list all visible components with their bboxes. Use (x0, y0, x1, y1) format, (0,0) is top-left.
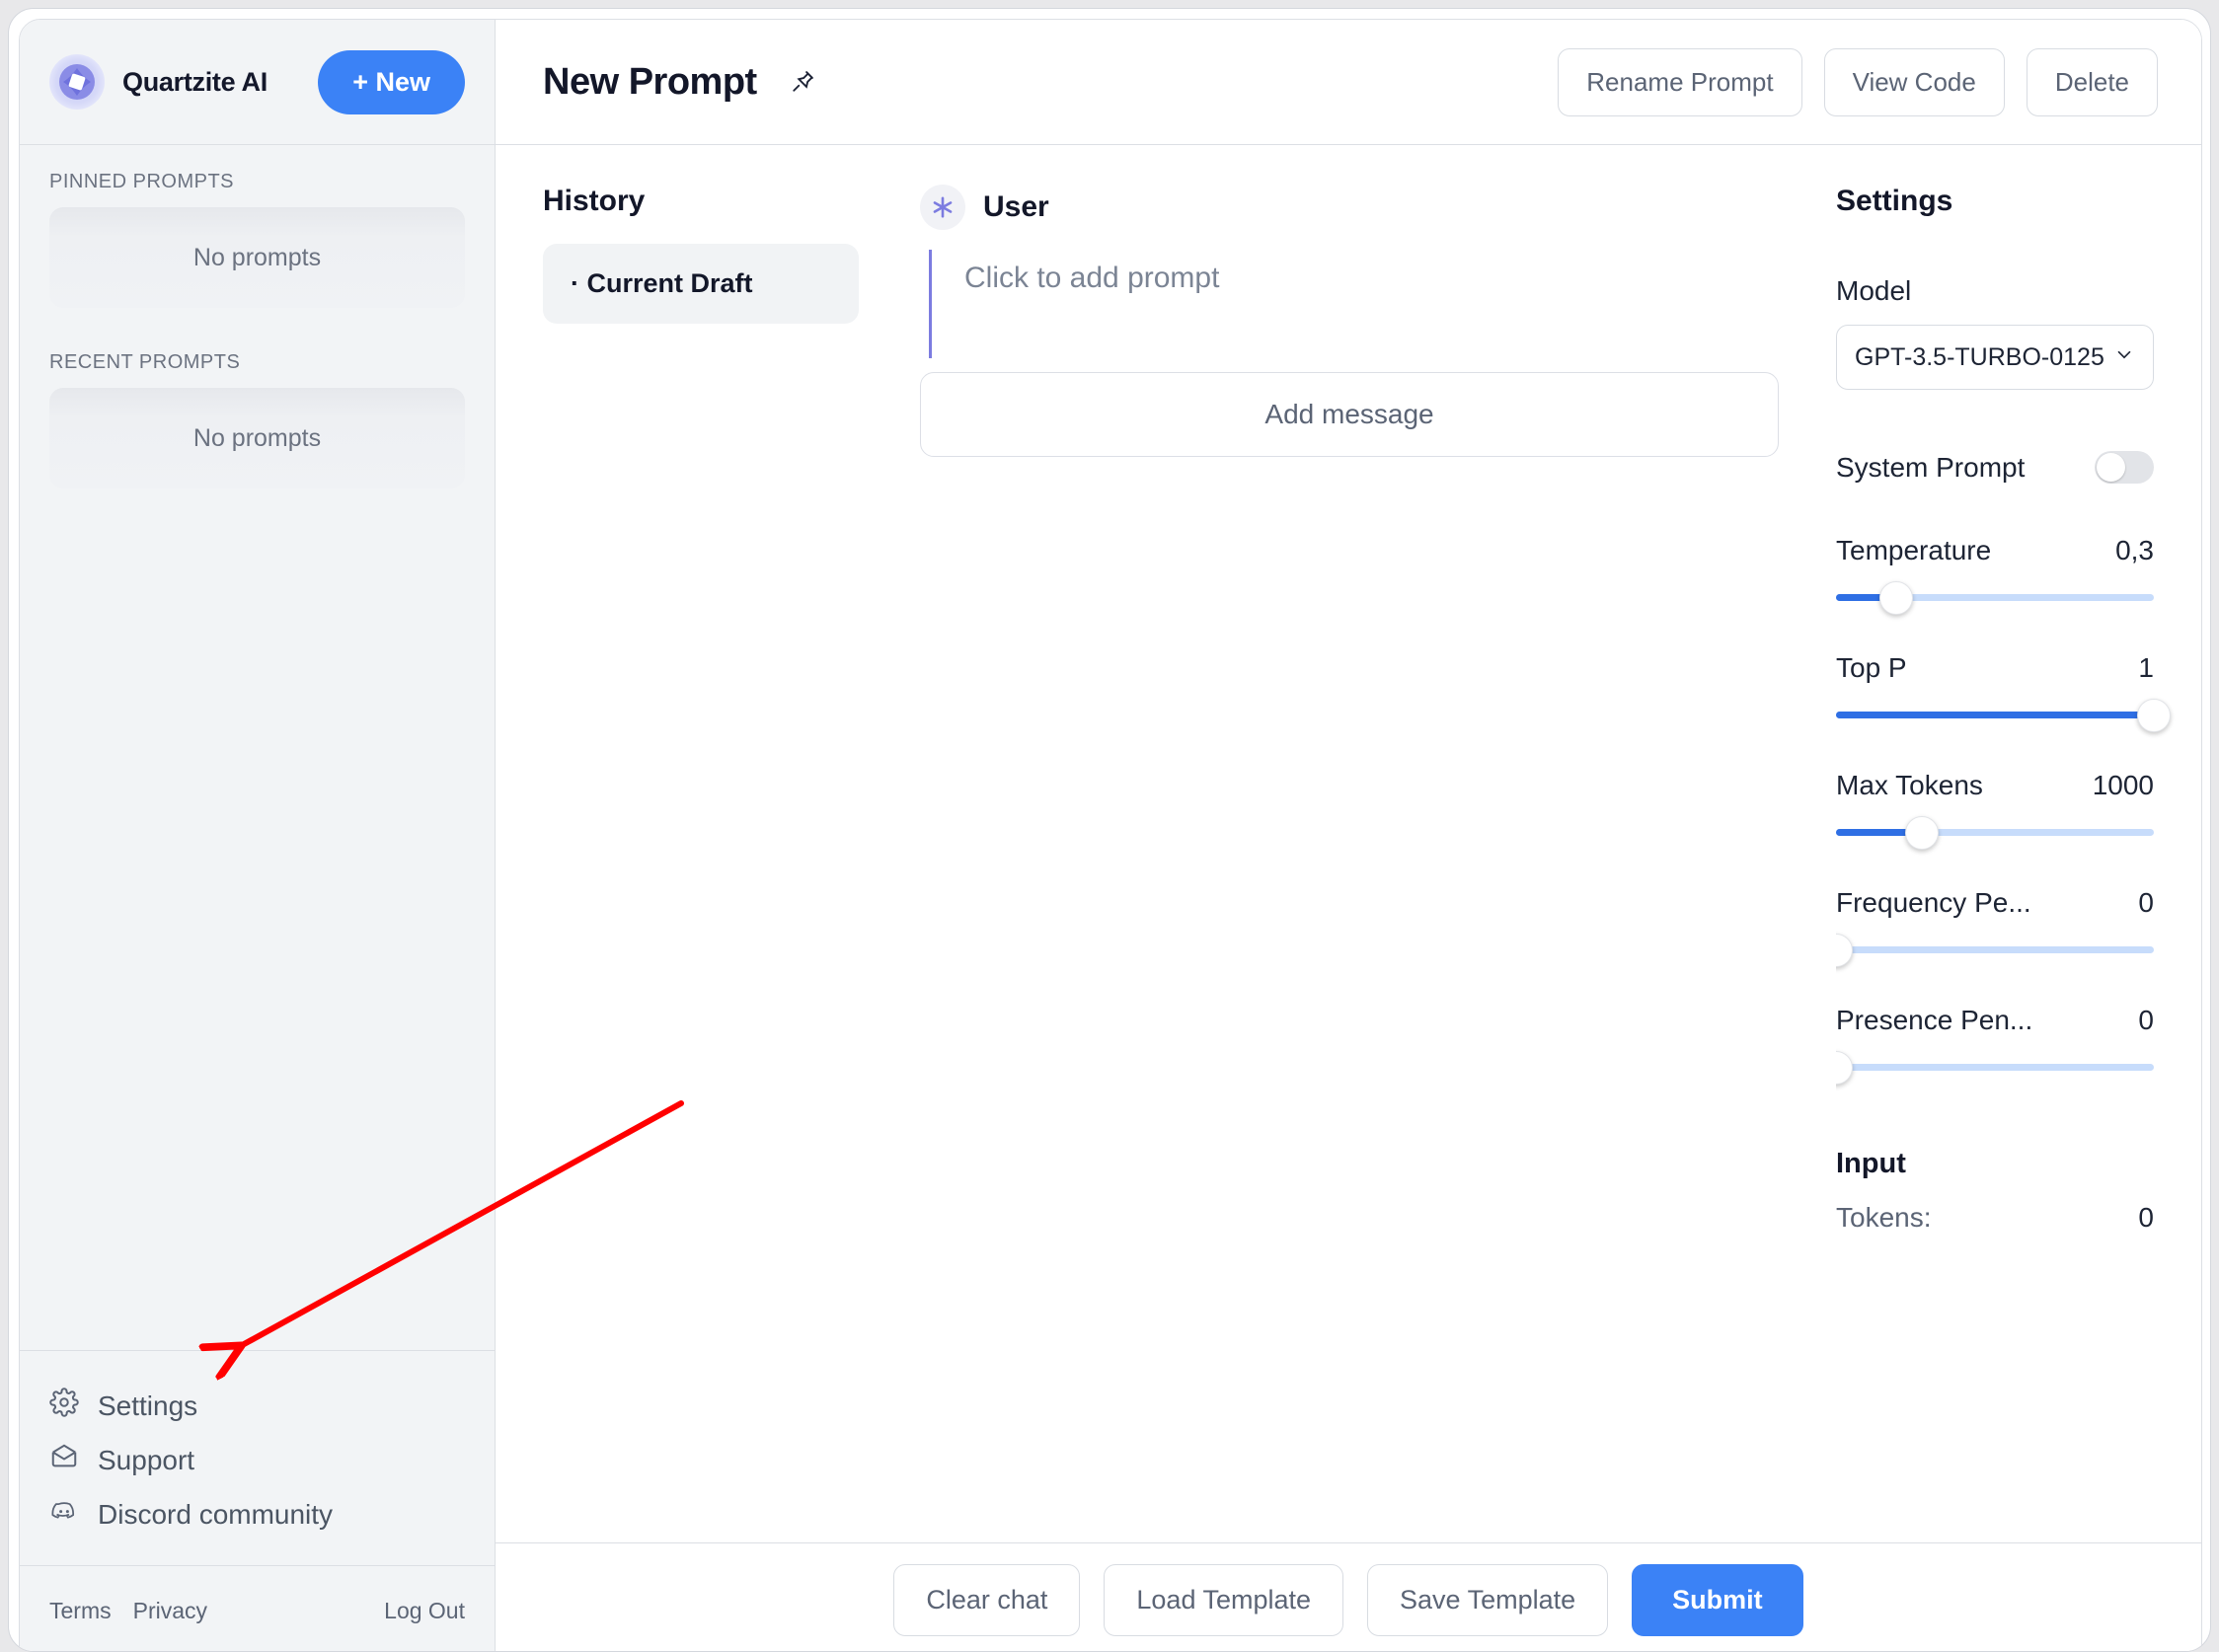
temperature-slider-thumb[interactable] (1879, 580, 1914, 615)
sidebar-item-label-settings: Settings (98, 1389, 198, 1421)
pin-icon[interactable] (789, 68, 816, 96)
history-item-current-draft[interactable]: · Current Draft (543, 244, 859, 324)
model-field: Model GPT-3.5-TURBO-0125 (1836, 275, 2154, 390)
temperature-label: Temperature (1836, 535, 1992, 565)
temperature-value: 0,3 (2115, 535, 2154, 565)
sidebar-item-label-discord: Discord community (98, 1498, 334, 1530)
slider-top-p: Top P 1 (1836, 652, 2171, 732)
submit-button[interactable]: Submit (1632, 1563, 1803, 1636)
view-code-button[interactable]: View Code (1823, 47, 2005, 116)
frequency-penalty-value: 0 (2138, 887, 2154, 918)
message-input-area[interactable]: Click to add prompt (929, 250, 1779, 358)
top-p-slider-thumb[interactable] (2137, 698, 2171, 732)
frequency-penalty-label: Frequency Pe... (1836, 887, 2031, 918)
message-header: User (920, 185, 1779, 230)
save-template-button[interactable]: Save Template (1367, 1563, 1609, 1636)
sidebar-prompt-lists: PINNED PROMPTS No prompts RECENT PROMPTS… (20, 145, 495, 1350)
add-message-button[interactable]: Add message (920, 372, 1779, 457)
sidebar-footer: Terms Privacy Log Out (20, 1565, 495, 1651)
presence-penalty-slider-thumb[interactable] (1836, 1050, 1853, 1085)
sidebar-item-discord[interactable]: Discord community (49, 1487, 465, 1541)
slider-temperature: Temperature 0,3 (1836, 535, 2154, 615)
input-tokens-value: 0 (2138, 1202, 2154, 1233)
input-section-heading: Input (1836, 1148, 1906, 1179)
history-heading: History (543, 185, 646, 217)
workspace: History · Current Draft User Click to ad… (496, 145, 2201, 1651)
app-window: Quartzite AI + New PINNED PROMPTS No pro… (19, 19, 2202, 1651)
discord-icon (49, 1496, 79, 1533)
envelope-icon (49, 1442, 79, 1478)
gear-icon (49, 1388, 79, 1424)
sidebar-links: Settings Support Discord community (20, 1350, 495, 1565)
chevron-down-icon (2113, 343, 2135, 372)
topbar-actions: Rename Prompt View Code Delete (1558, 47, 2158, 116)
frequency-penalty-slider[interactable] (1836, 933, 2154, 967)
max-tokens-label: Max Tokens (1836, 770, 1983, 800)
toggle-knob (2097, 453, 2125, 482)
privacy-link[interactable]: Privacy (133, 1598, 207, 1624)
presence-penalty-slider[interactable] (1836, 1050, 2154, 1085)
rename-prompt-button[interactable]: Rename Prompt (1558, 47, 1802, 116)
top-p-slider[interactable] (1836, 698, 2171, 732)
input-tokens-row: Tokens: 0 (1836, 1202, 2154, 1234)
brand-name: Quartzite AI (122, 66, 268, 97)
new-prompt-button[interactable]: + New (318, 49, 465, 114)
system-prompt-row: System Prompt (1836, 451, 2154, 484)
sidebar-item-settings[interactable]: Settings (49, 1379, 465, 1433)
recent-prompts-section: RECENT PROMPTS No prompts (49, 351, 465, 488)
input-tokens-label: Tokens: (1836, 1202, 1932, 1233)
recent-prompts-empty: No prompts (49, 388, 465, 488)
quartzite-logo-icon (49, 54, 105, 110)
presence-penalty-value: 0 (2138, 1005, 2154, 1035)
message-role-label: User (983, 190, 1049, 223)
sidebar-item-support[interactable]: Support (49, 1433, 465, 1487)
sidebar: Quartzite AI + New PINNED PROMPTS No pro… (20, 20, 496, 1651)
sidebar-item-label-support: Support (98, 1444, 195, 1475)
input-tokens-section: Input Tokens: 0 (1836, 1148, 2154, 1234)
top-p-value: 1 (2138, 652, 2154, 683)
page-title: New Prompt (543, 60, 757, 103)
topbar: New Prompt Rename Prompt View Code Delet… (496, 20, 2201, 145)
terms-link[interactable]: Terms (49, 1598, 112, 1624)
pinned-prompts-section: PINNED PROMPTS No prompts (49, 171, 465, 308)
temperature-slider[interactable] (1836, 580, 2154, 615)
main-panel: New Prompt Rename Prompt View Code Delet… (496, 20, 2201, 1651)
prompt-placeholder[interactable]: Click to add prompt (964, 262, 1219, 294)
settings-panel: Settings Model GPT-3.5-TURBO-0125 System… (1836, 145, 2201, 1651)
bottom-toolbar: Clear chat Load Template Save Template S… (496, 1542, 2201, 1651)
load-template-button[interactable]: Load Template (1104, 1563, 1344, 1636)
frequency-penalty-slider-thumb[interactable] (1836, 933, 1853, 967)
max-tokens-slider[interactable] (1836, 815, 2154, 850)
model-select[interactable]: GPT-3.5-TURBO-0125 (1836, 325, 2154, 390)
logout-link[interactable]: Log Out (384, 1598, 465, 1624)
system-prompt-label: System Prompt (1836, 451, 2026, 483)
slider-max-tokens: Max Tokens 1000 (1836, 770, 2154, 850)
slider-frequency-penalty: Frequency Pe... 0 (1836, 887, 2154, 967)
model-label: Model (1836, 275, 1912, 306)
clear-chat-button[interactable]: Clear chat (893, 1563, 1081, 1636)
slider-presence-penalty: Presence Pen... 0 (1836, 1005, 2154, 1085)
pinned-prompts-empty: No prompts (49, 207, 465, 308)
browser-window-frame: Quartzite AI + New PINNED PROMPTS No pro… (8, 8, 2211, 1652)
presence-penalty-label: Presence Pen... (1836, 1005, 2033, 1035)
max-tokens-slider-thumb[interactable] (1904, 815, 1939, 850)
recent-prompts-label: RECENT PROMPTS (49, 351, 241, 373)
model-select-value: GPT-3.5-TURBO-0125 (1855, 342, 2104, 371)
asterisk-icon (920, 185, 965, 230)
top-p-label: Top P (1836, 652, 1907, 683)
conversation-panel: User Click to add prompt Add message (890, 145, 1836, 1651)
system-prompt-toggle[interactable] (2095, 451, 2154, 484)
settings-heading: Settings (1836, 185, 1953, 217)
max-tokens-value: 1000 (2092, 770, 2154, 800)
delete-button[interactable]: Delete (2026, 47, 2158, 116)
pinned-prompts-label: PINNED PROMPTS (49, 171, 235, 192)
sidebar-header: Quartzite AI + New (20, 20, 495, 145)
history-panel: History · Current Draft (496, 145, 890, 1651)
